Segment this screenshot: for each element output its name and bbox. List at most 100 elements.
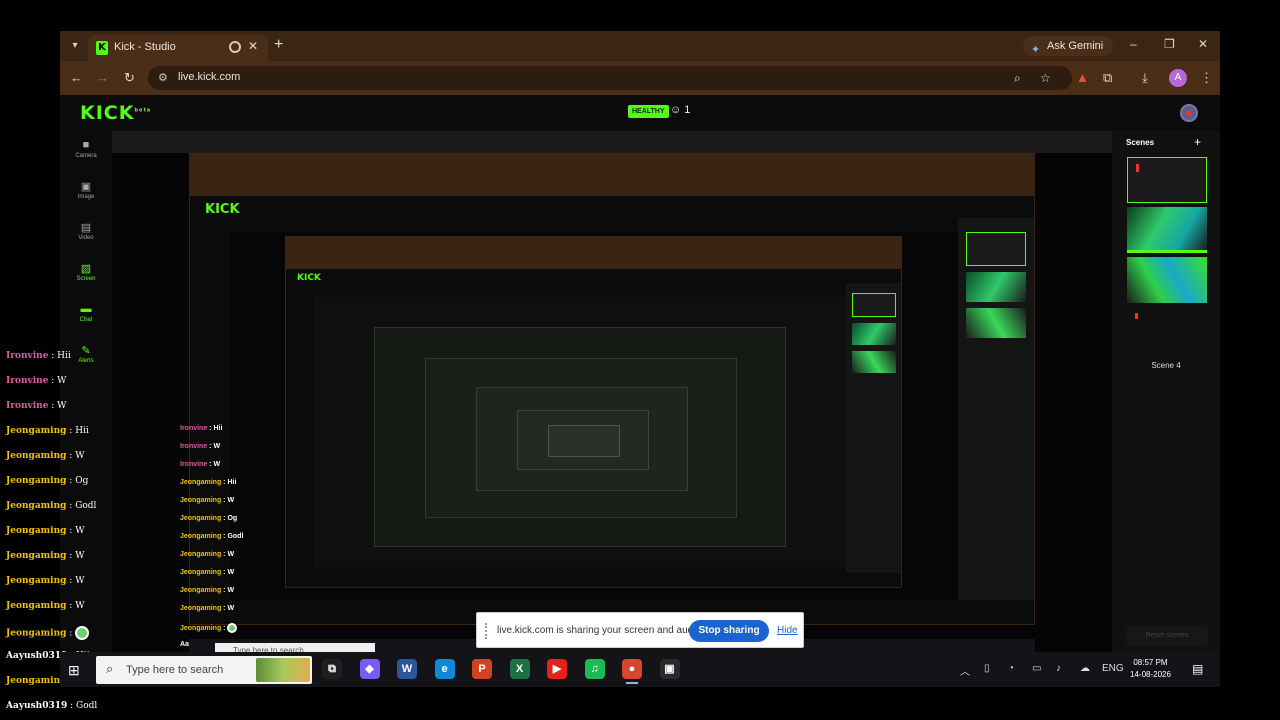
tab-search-button[interactable]: ▾ bbox=[66, 37, 84, 55]
chat-username: Jeongaming bbox=[180, 533, 222, 540]
scenes-panel: Scenes + Scene 4 Reset scenes bbox=[1112, 131, 1220, 685]
forward-icon[interactable]: → bbox=[96, 70, 109, 85]
minimize-button[interactable]: – bbox=[1130, 37, 1137, 51]
excel-icon[interactable]: X bbox=[509, 659, 530, 679]
chat-text: : W bbox=[221, 569, 235, 576]
taskbar-search-box[interactable]: ⌕ Type here to search bbox=[96, 656, 312, 684]
tab-kick-studio[interactable]: K Kick - Studio ✕ bbox=[88, 35, 268, 61]
chat-text: : Hii bbox=[207, 425, 223, 432]
onedrive-icon[interactable]: ☁ bbox=[1080, 663, 1090, 674]
chat-message: Jeongaming : W bbox=[6, 526, 84, 536]
search-highlight-image bbox=[256, 658, 310, 682]
browser-window: ▾ K Kick - Studio ✕ + ✦ Ask Gemini – ❐ ✕… bbox=[60, 31, 1220, 685]
recording-icon bbox=[229, 41, 241, 53]
scene-live-marker bbox=[1136, 164, 1139, 172]
emote-icon bbox=[75, 626, 90, 640]
hide-link[interactable]: Hide bbox=[777, 625, 798, 636]
profile-avatar[interactable]: A bbox=[1169, 69, 1187, 87]
chat-username: Jeongaming bbox=[180, 515, 222, 522]
copilot-icon[interactable]: ◆ bbox=[359, 659, 380, 679]
download-icon[interactable]: ⤓ bbox=[1142, 70, 1148, 86]
viewers-icon: ☺ bbox=[670, 104, 682, 116]
edge-icon[interactable]: e bbox=[434, 659, 455, 679]
scene-card-3[interactable] bbox=[1127, 257, 1207, 303]
nested-kick-logo-1: KICK bbox=[205, 202, 240, 217]
chat-username: Ironvine bbox=[180, 425, 208, 432]
powerpoint-icon[interactable]: P bbox=[472, 659, 492, 679]
reset-scenes-button[interactable]: Reset scenes bbox=[1126, 627, 1208, 645]
chat-message: Jeongaming : W bbox=[180, 605, 234, 612]
extensions-icon[interactable]: ⧉ bbox=[1103, 70, 1112, 86]
taskbar-clock[interactable]: 08:57 PM 14-08-2026 bbox=[1130, 657, 1171, 681]
chat-text: : Godl bbox=[67, 701, 98, 711]
chat-message: Jeongaming : Godl bbox=[6, 501, 96, 511]
chat-message: Jeongaming : W bbox=[180, 587, 234, 594]
screen: ▾ K Kick - Studio ✕ + ✦ Ask Gemini – ❐ ✕… bbox=[0, 0, 1280, 720]
drag-handle-icon[interactable] bbox=[485, 623, 489, 639]
chat-text: : W bbox=[66, 526, 85, 536]
user-avatar[interactable] bbox=[1180, 104, 1198, 122]
clock-date: 14-08-2026 bbox=[1130, 670, 1171, 679]
chat-message: Ironvine : Hii bbox=[6, 351, 71, 361]
nested-scenes-2 bbox=[846, 283, 901, 573]
chat-username: Jeongaming bbox=[180, 569, 222, 576]
scene-4-label: Scene 4 bbox=[1151, 361, 1181, 370]
tray-network-icon[interactable]: ◔ bbox=[1008, 663, 1014, 674]
chrome-icon[interactable]: ● bbox=[622, 659, 642, 684]
stop-sharing-button[interactable]: Stop sharing bbox=[689, 620, 769, 642]
ask-gemini-button[interactable]: ✦ Ask Gemini bbox=[1023, 36, 1114, 56]
scene-card-4[interactable] bbox=[1127, 307, 1207, 353]
nested-scene-card bbox=[852, 293, 896, 317]
spotify-icon[interactable]: ♫ bbox=[584, 659, 605, 679]
chat-username: Jeongaming bbox=[180, 497, 222, 504]
zoom-icon[interactable]: ⌕ bbox=[1014, 71, 1021, 86]
nav-video[interactable]: ▤ Video bbox=[60, 221, 112, 241]
maximize-button[interactable]: ❐ bbox=[1164, 37, 1175, 51]
add-scene-button[interactable]: + bbox=[1194, 135, 1201, 149]
menu-icon[interactable]: ⋮ bbox=[1200, 70, 1213, 86]
chat-message: Ironvine : W bbox=[6, 376, 66, 386]
new-tab-button[interactable]: + bbox=[274, 36, 283, 54]
tray-app-icon[interactable]: ▯ bbox=[984, 663, 990, 674]
back-icon[interactable]: ← bbox=[70, 70, 83, 85]
nested-capture-2: KICK bbox=[285, 236, 902, 588]
chat-text: : Hii bbox=[221, 479, 237, 486]
windows-start-icon[interactable]: ⊞ bbox=[68, 662, 80, 679]
close-window-button[interactable]: ✕ bbox=[1198, 37, 1208, 51]
chat-text: : bbox=[221, 624, 226, 632]
bookmark-star-icon[interactable]: ☆ bbox=[1040, 71, 1051, 85]
windows-taskbar: ⊞ ⌕ Type here to search ⧉ ◆ We P X ▶ ♫ ● ▣ ︿ ▯ ◔… bbox=[60, 652, 1220, 687]
notification-icon[interactable]: ▤ bbox=[1192, 662, 1203, 676]
task-view-icon[interactable]: ⧉ bbox=[322, 659, 342, 679]
kick-logo-text: KICK bbox=[80, 102, 135, 124]
kick-logo[interactable]: KICKbeta bbox=[80, 102, 151, 124]
chat-username: Jeongaming bbox=[6, 676, 67, 686]
reload-icon[interactable]: ↻ bbox=[124, 70, 135, 86]
nav-screen[interactable]: ▨ Screen bbox=[60, 262, 112, 282]
battery-icon[interactable]: ▭ bbox=[1032, 663, 1041, 674]
word-icon[interactable]: W bbox=[397, 659, 417, 679]
url-text[interactable]: live.kick.com bbox=[178, 71, 240, 83]
language-indicator[interactable]: ENG bbox=[1102, 663, 1124, 674]
chat-username: Jeongaming bbox=[6, 628, 67, 639]
youtube-icon[interactable]: ▶ bbox=[547, 659, 567, 679]
scene-card-1[interactable] bbox=[1127, 157, 1207, 203]
stream-preview-canvas[interactable]: KICK KICK Ironvine: Hii Ironvine: W Ir… bbox=[112, 153, 1112, 685]
tunnel-frame bbox=[374, 327, 786, 547]
show-hidden-icons-icon[interactable]: ︿ bbox=[960, 663, 970, 678]
chat-username: Jeongaming bbox=[6, 451, 67, 461]
tab-close-icon[interactable]: ✕ bbox=[248, 39, 258, 53]
volume-icon[interactable]: ♪ bbox=[1056, 663, 1061, 674]
nav-image[interactable]: ▣ Image bbox=[60, 180, 112, 200]
viewer-count: ☺ 1 bbox=[670, 104, 690, 116]
omnibox[interactable]: ⚙ live.kick.com ⌕ ☆ bbox=[148, 66, 1072, 90]
scene-card-2[interactable] bbox=[1127, 207, 1207, 253]
pdf-extension-icon[interactable]: ▲ bbox=[1076, 70, 1089, 85]
chat-username: Jeongaming bbox=[180, 551, 222, 558]
nav-camera[interactable]: ■ Camera bbox=[60, 139, 112, 159]
chat-message: Jeongaming : Hii bbox=[6, 426, 89, 436]
nav-chat[interactable]: ▬ Chat bbox=[60, 303, 112, 323]
site-info-icon[interactable]: ⚙ bbox=[158, 71, 168, 84]
app-icon[interactable]: ▣ bbox=[659, 659, 680, 679]
chat-username: Jeongaming bbox=[6, 476, 67, 486]
